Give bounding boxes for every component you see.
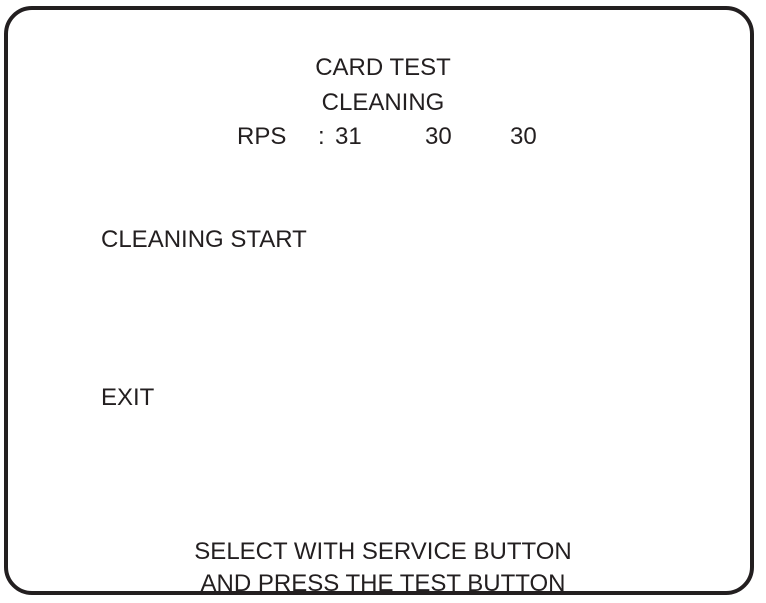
rps-value-3: 30 <box>510 123 537 150</box>
rps-value-2: 30 <box>425 123 452 150</box>
screen-title: CARD TEST <box>315 54 451 81</box>
menu-item-cleaning-start[interactable]: CLEANING START <box>101 226 307 254</box>
screen-subtitle: CLEANING <box>321 89 445 116</box>
rps-value-1: 31 <box>335 123 362 150</box>
rps-separator: : <box>318 123 325 150</box>
rps-label: RPS <box>237 123 287 150</box>
instruction-line-2: AND PRESS THE TEST BUTTON <box>200 570 566 597</box>
menu-item-exit[interactable]: EXIT <box>101 384 154 412</box>
instruction-line-1: SELECT WITH SERVICE BUTTON <box>194 538 572 565</box>
